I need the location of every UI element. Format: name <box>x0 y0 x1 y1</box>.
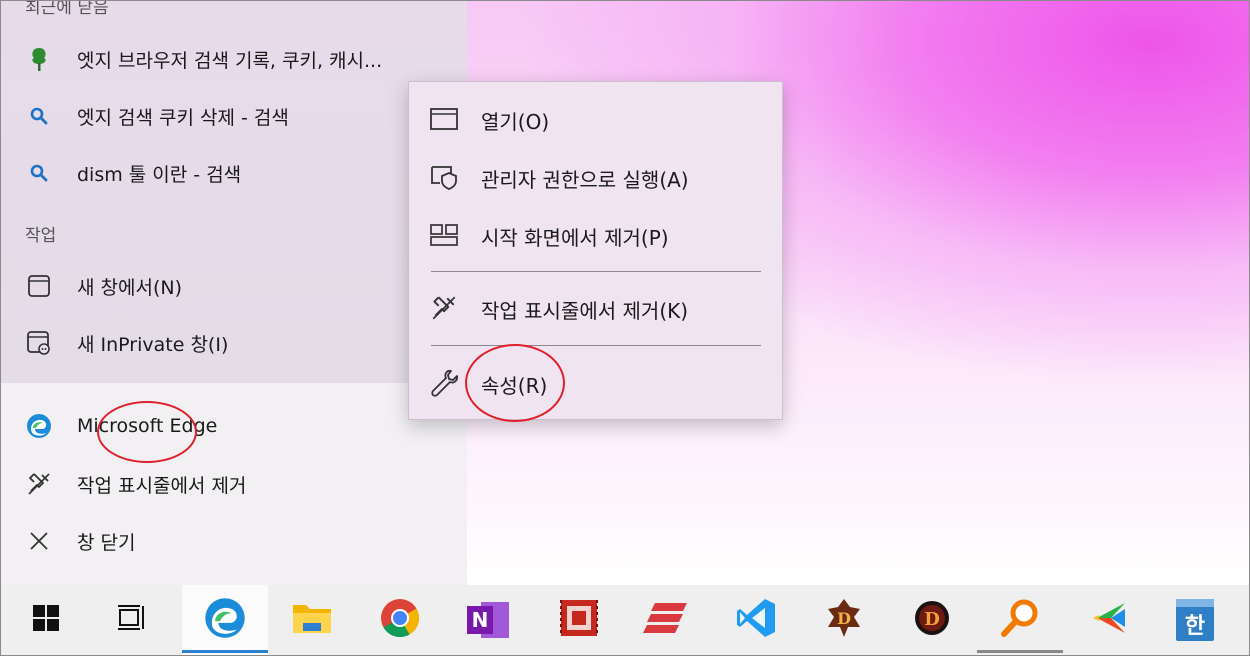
chrome-icon <box>379 597 421 643</box>
annotation-circle-properties <box>465 344 565 422</box>
menu-item-label: 관리자 권한으로 실행(A) <box>481 168 689 192</box>
edge-icon <box>25 412 53 440</box>
inprivate-icon <box>25 329 53 357</box>
new-inprivate-task[interactable]: 새 InPrivate 창(I) <box>1 318 467 368</box>
edge-icon <box>202 595 248 645</box>
taskbar-search-everything[interactable] <box>977 585 1063 655</box>
recent-item-label: 엣지 브라우저 검색 기록, 쿠키, 캐시... <box>77 49 383 72</box>
task-label: 새 InPrivate 창(I) <box>77 333 229 356</box>
svg-text:D: D <box>837 609 851 628</box>
taskbar-hangul[interactable]: 한 <box>1153 585 1239 655</box>
expressvpn-icon <box>643 601 691 639</box>
file-explorer-icon <box>291 599 333 641</box>
svg-text:D: D <box>924 609 940 630</box>
tiles-icon <box>429 220 459 250</box>
shield-icon <box>429 162 459 192</box>
app-launch-item[interactable]: Microsoft Edge <box>1 401 467 451</box>
task-view-icon <box>116 603 148 637</box>
taskbar-vscode[interactable] <box>713 585 799 655</box>
app-label: 창 닫기 <box>77 531 136 554</box>
taskbar-diablo-2[interactable]: D <box>889 585 975 655</box>
wrench-icon <box>429 368 459 398</box>
colorful-app-icon <box>1087 599 1129 641</box>
vscode-icon <box>734 596 778 644</box>
context-menu: 열기(O) 관리자 권한으로 실행(A) 시작 화면에서 제거(P) 작업 표시… <box>408 81 783 420</box>
close-window-item[interactable]: 창 닫기 <box>1 516 467 566</box>
unpin-from-taskbar-item[interactable]: 작업 표시줄에서 제거 <box>1 459 467 509</box>
app-label: 작업 표시줄에서 제거 <box>77 474 247 497</box>
taskbar-edge[interactable] <box>182 585 268 655</box>
menu-item-label: 시작 화면에서 제거(P) <box>481 226 669 250</box>
window-icon <box>429 104 459 134</box>
recent-item-label: dism 툴 이란 - 검색 <box>77 163 242 186</box>
active-indicator <box>182 650 268 653</box>
recent-item-1[interactable]: 엣지 브라우저 검색 기록, 쿠키, 캐시... <box>1 34 467 84</box>
task-label: 새 창에서(N) <box>77 276 182 299</box>
screenshot-frame: 최근에 닫음 엣지 브라우저 검색 기록, 쿠키, 캐시... 엣지 검색 쿠키… <box>0 0 1250 656</box>
task-view-button[interactable] <box>89 585 175 655</box>
new-window-task[interactable]: 새 창에서(N) <box>1 261 467 311</box>
recent-item-2[interactable]: 엣지 검색 쿠키 삭제 - 검색 <box>1 91 467 141</box>
taskbar: N D D 한 <box>1 585 1249 655</box>
menu-separator <box>431 271 761 272</box>
taskbar-chrome[interactable] <box>357 585 443 655</box>
window-icon <box>25 272 53 300</box>
search-icon <box>25 102 53 130</box>
windows-start-icon <box>31 603 61 637</box>
diablo-icon: D <box>824 597 864 643</box>
search-icon <box>25 159 53 187</box>
diablo-icon: D <box>912 597 952 643</box>
menu-item-label: 작업 표시줄에서 제거(K) <box>481 299 689 323</box>
taskbar-onenote[interactable]: N <box>445 585 531 655</box>
menu-item-label: 열기(O) <box>481 110 550 134</box>
start-button[interactable] <box>3 585 89 655</box>
red-app-icon <box>559 598 599 642</box>
menu-item-unpin-taskbar[interactable]: 작업 표시줄에서 제거(K) <box>409 283 782 333</box>
taskbar-colorful-app[interactable] <box>1065 585 1151 655</box>
recent-header: 최근에 닫음 <box>25 0 109 18</box>
menu-item-run-as-admin[interactable]: 관리자 권한으로 실행(A) <box>409 152 782 202</box>
unpin-icon <box>429 293 459 323</box>
running-indicator <box>977 650 1063 653</box>
taskbar-file-explorer[interactable] <box>269 585 355 655</box>
search-everything-icon <box>999 597 1041 643</box>
hangul-icon: 한 <box>1176 599 1216 641</box>
hangul-letter: 한 <box>1184 614 1206 639</box>
tree-icon <box>25 45 53 73</box>
menu-separator <box>431 345 761 346</box>
taskbar-expressvpn[interactable] <box>624 585 710 655</box>
close-icon <box>25 527 53 555</box>
onenote-icon: N <box>467 600 509 640</box>
menu-item-unpin-start[interactable]: 시작 화면에서 제거(P) <box>409 210 782 260</box>
recent-item-label: 엣지 검색 쿠키 삭제 - 검색 <box>77 106 289 129</box>
taskbar-diablo-1[interactable]: D <box>801 585 887 655</box>
taskbar-red-app[interactable] <box>536 585 622 655</box>
edge-jump-list: 최근에 닫음 엣지 브라우저 검색 기록, 쿠키, 캐시... 엣지 검색 쿠키… <box>1 1 467 585</box>
recent-item-3[interactable]: dism 툴 이란 - 검색 <box>1 148 467 198</box>
unpin-icon <box>25 470 53 498</box>
tasks-header: 작업 <box>25 226 57 246</box>
annotation-circle-edge <box>97 401 197 463</box>
onenote-letter: N <box>467 606 493 634</box>
menu-item-open[interactable]: 열기(O) <box>409 94 782 144</box>
